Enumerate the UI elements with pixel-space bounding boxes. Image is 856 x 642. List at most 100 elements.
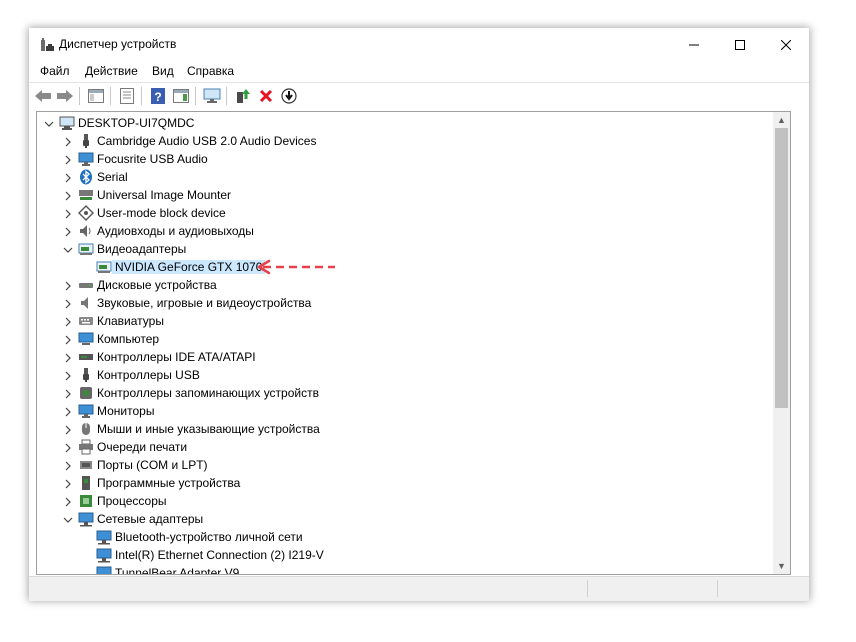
tree-node-label: Мыши и иные указывающие устройства — [97, 422, 320, 436]
tree-node-tunnelbear-adapter-v9[interactable]: TunnelBear Adapter V9 — [37, 564, 772, 574]
toolbar-separator — [226, 87, 227, 105]
action-pane-icon[interactable] — [171, 86, 191, 106]
expand-chevron-icon[interactable] — [63, 316, 73, 327]
tree-node-nvidia-geforce-gtx-1070[interactable]: NVIDIA GeForce GTX 1070 — [37, 258, 772, 276]
properties-icon[interactable] — [117, 86, 137, 106]
monitor-icon[interactable] — [202, 86, 222, 106]
tree-node-контроллеры-usb[interactable]: Контроллеры USB — [37, 366, 772, 384]
tree-node-порты-com-и-lpt[interactable]: Порты (COM и LPT) — [37, 456, 772, 474]
expand-chevron-icon[interactable] — [63, 280, 73, 291]
scroll-up-button[interactable]: ▲ — [773, 112, 790, 128]
scan-hardware-icon[interactable] — [279, 86, 299, 106]
tree-node-universal-image-mounter[interactable]: Universal Image Mounter — [37, 186, 772, 204]
expand-chevron-icon[interactable] — [63, 478, 73, 489]
display-adapter-icon — [78, 241, 94, 257]
tree-node-cambridge-audio-usb-2-0-audio-devices[interactable]: Cambridge Audio USB 2.0 Audio Devices — [37, 132, 772, 150]
tree-node-label: Аудиовходы и аудиовыходы — [97, 224, 254, 238]
expand-chevron-icon[interactable] — [63, 334, 73, 345]
tree-node-процессоры[interactable]: Процессоры — [37, 492, 772, 510]
tree-node-клавиатуры[interactable]: Клавиатуры — [37, 312, 772, 330]
device-manager-app-icon — [39, 37, 55, 53]
tree-node-bluetooth-устройство-личной-сети[interactable]: Bluetooth-устройство личной сети — [37, 528, 772, 546]
expand-chevron-icon[interactable] — [63, 172, 73, 183]
collapse-chevron-icon[interactable] — [44, 118, 54, 128]
toolbar: ? — [29, 82, 809, 109]
vertical-scrollbar[interactable]: ▲ ▼ — [773, 112, 790, 574]
display-adapter-icon — [96, 259, 112, 275]
tree-node-очереди-печати[interactable]: Очереди печати — [37, 438, 772, 456]
tree-node-label: Видеоадаптеры — [97, 242, 187, 256]
expand-chevron-icon[interactable] — [63, 460, 73, 471]
help-icon[interactable]: ? — [148, 86, 168, 106]
usb-icon — [78, 367, 94, 383]
uninstall-device-icon[interactable] — [256, 86, 276, 106]
tree-node-user-mode-block-device[interactable]: User-mode block device — [37, 204, 772, 222]
tree-node-label: Universal Image Mounter — [97, 188, 232, 202]
tree-node-дисковые-устройства[interactable]: Дисковые устройства — [37, 276, 772, 294]
menu-help[interactable]: Справка — [187, 64, 234, 78]
expand-chevron-icon[interactable] — [63, 226, 73, 237]
tree-root-node[interactable]: DESKTOP-UI7QMDC — [37, 114, 772, 132]
tree-node-label: Дисковые устройства — [97, 278, 217, 292]
tree-node-программные-устройства[interactable]: Программные устройства — [37, 474, 772, 492]
tree-node-label: Focusrite USB Audio — [97, 152, 208, 166]
menu-action[interactable]: Действие — [85, 64, 138, 78]
collapse-chevron-icon[interactable] — [63, 244, 73, 254]
scroll-down-button[interactable]: ▼ — [773, 558, 790, 574]
tree-node-label: Очереди печати — [97, 440, 188, 454]
toolbar-separator — [195, 87, 196, 105]
tree-node-label: DESKTOP-UI7QMDC — [78, 116, 195, 130]
tree-node-label: Контроллеры IDE ATA/ATAPI — [97, 350, 256, 364]
device-tree[interactable]: ▲ ▼ DESKTOP-UI7QMDC Cambridge Audio USB 2… — [36, 111, 791, 575]
maximize-button[interactable] — [717, 28, 763, 61]
tree-node-label: Serial — [97, 170, 128, 184]
expand-chevron-icon[interactable] — [63, 370, 73, 381]
expand-chevron-icon[interactable] — [63, 496, 73, 507]
tree-node-компьютер[interactable]: Компьютер — [37, 330, 772, 348]
tree-node-label: Контроллеры запоминающих устройств — [97, 386, 319, 400]
tree-node-мониторы[interactable]: Мониторы — [37, 402, 772, 420]
network-icon — [96, 565, 112, 574]
close-button[interactable] — [763, 28, 809, 61]
port-icon — [78, 457, 94, 473]
tree-node-мыши-и-иные-указывающие-устройства[interactable]: Мыши и иные указывающие устройства — [37, 420, 772, 438]
expand-chevron-icon[interactable] — [63, 208, 73, 219]
collapse-chevron-icon[interactable] — [63, 514, 73, 524]
tree-node-видеоадаптеры[interactable]: Видеоадаптеры — [37, 240, 772, 258]
expand-chevron-icon[interactable] — [63, 298, 73, 309]
tree-node-label: Bluetooth-устройство личной сети — [115, 530, 303, 544]
tree-node-label: Порты (COM и LPT) — [97, 458, 208, 472]
tree-node-контроллеры-запоминающих-устройств[interactable]: Контроллеры запоминающих устройств — [37, 384, 772, 402]
menu-view[interactable]: Вид — [152, 64, 174, 78]
tree-node-label: Звуковые, игровые и видеоустройства — [97, 296, 312, 310]
tree-node-контроллеры-ide-ata-atapi[interactable]: Контроллеры IDE ATA/ATAPI — [37, 348, 772, 366]
tree-node-focusrite-usb-audio[interactable]: Focusrite USB Audio — [37, 150, 772, 168]
expand-chevron-icon[interactable] — [63, 136, 73, 147]
expand-chevron-icon[interactable] — [63, 388, 73, 399]
show-hide-console-tree-icon[interactable] — [86, 86, 106, 106]
update-driver-icon[interactable] — [233, 86, 253, 106]
expand-chevron-icon[interactable] — [63, 406, 73, 417]
tree-node-звуковые-игровые-и-видеоустройства[interactable]: Звуковые, игровые и видеоустройства — [37, 294, 772, 312]
expand-chevron-icon[interactable] — [63, 190, 73, 201]
bluetooth-icon — [78, 169, 94, 185]
toolbar-separator — [110, 87, 111, 105]
expand-chevron-icon[interactable] — [63, 442, 73, 453]
mouse-icon — [78, 421, 94, 437]
expand-chevron-icon[interactable] — [63, 424, 73, 435]
scrollbar-thumb[interactable] — [775, 128, 788, 408]
status-bar — [29, 576, 809, 601]
expand-chevron-icon[interactable] — [63, 352, 73, 363]
tree-node-serial[interactable]: Serial — [37, 168, 772, 186]
tree-node-label: Cambridge Audio USB 2.0 Audio Devices — [97, 134, 317, 148]
menu-file[interactable]: Файл — [40, 64, 70, 78]
mounter-icon — [78, 187, 94, 203]
storage-icon — [78, 385, 94, 401]
tree-node-аудиовходы-и-аудиовыходы[interactable]: Аудиовходы и аудиовыходы — [37, 222, 772, 240]
minimize-button[interactable] — [671, 28, 717, 61]
tree-node-сетевые-адаптеры[interactable]: Сетевые адаптеры — [37, 510, 772, 528]
tree-node-intel-r-ethernet-connection-2-i219-v[interactable]: Intel(R) Ethernet Connection (2) I219-V — [37, 546, 772, 564]
forward-arrow-icon[interactable] — [55, 86, 75, 106]
back-arrow-icon[interactable] — [33, 86, 53, 106]
expand-chevron-icon[interactable] — [63, 154, 73, 165]
